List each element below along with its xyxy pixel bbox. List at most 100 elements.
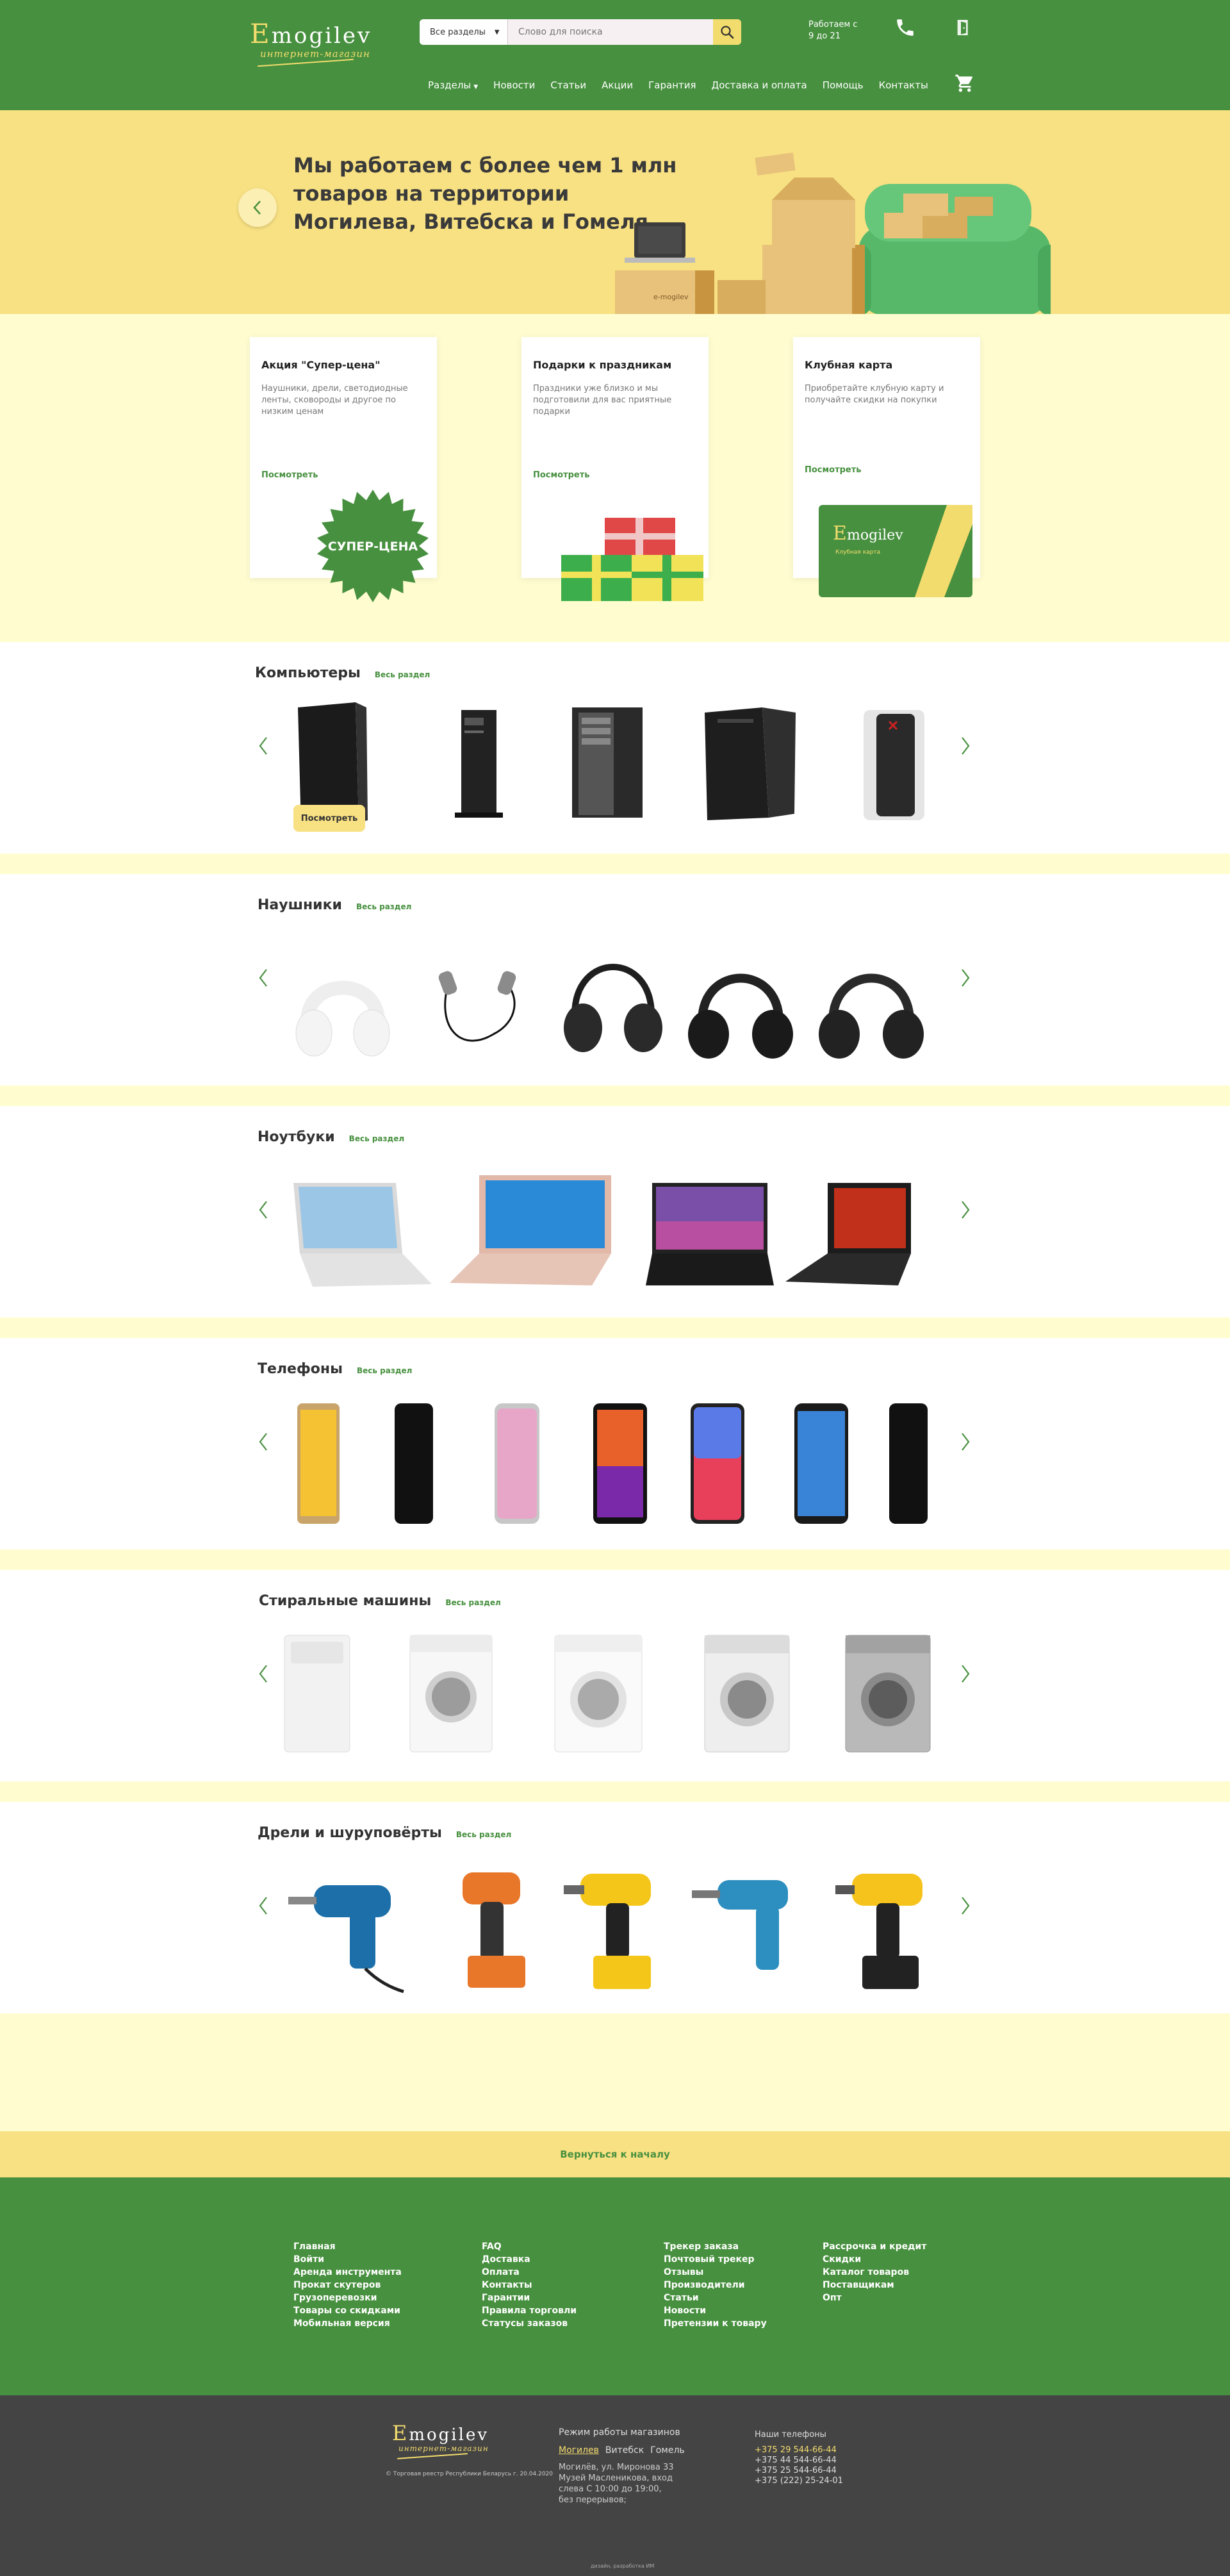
footer-link[interactable]: Новости — [664, 2304, 767, 2317]
cart-icon[interactable] — [955, 73, 975, 94]
carousel-prev-button[interactable] — [255, 1893, 272, 1919]
footer-link[interactable]: Статусы заказов — [482, 2317, 577, 2330]
footer-link[interactable]: Правила торговли — [482, 2304, 577, 2317]
footer-link[interactable]: Статьи — [664, 2291, 767, 2304]
product-washing-machine[interactable] — [552, 1633, 644, 1754]
nav-item-promotions[interactable]: Акции — [602, 79, 633, 91]
phone-number[interactable]: +375 29 544-66-44 — [755, 2445, 843, 2456]
footer-link[interactable]: Товары со скидками — [293, 2304, 402, 2317]
carousel-next-button[interactable] — [957, 965, 974, 991]
carousel-prev-button[interactable] — [255, 733, 272, 759]
product-computer[interactable] — [698, 704, 801, 822]
section-all-link[interactable]: Весь раздел — [349, 1134, 404, 1143]
product-drill[interactable] — [288, 1872, 416, 1994]
section-all-link[interactable]: Весь раздел — [375, 670, 430, 679]
footer-link[interactable]: Претензии к товару — [664, 2317, 767, 2330]
nav-item-contacts[interactable]: Контакты — [879, 79, 928, 91]
footer-link[interactable]: Трекер заказа — [664, 2240, 767, 2253]
carousel-next-button[interactable] — [957, 1661, 974, 1687]
footer-link[interactable]: Аренда инструмента — [293, 2266, 402, 2279]
promo-link[interactable]: Посмотреть — [533, 470, 590, 480]
footer-link[interactable]: Скидки — [823, 2253, 926, 2266]
promo-card-gifts[interactable]: Подарки к праздникам Праздники уже близк… — [521, 337, 709, 601]
nav-item-articles[interactable]: Статьи — [550, 79, 586, 91]
city-tab-mogilev[interactable]: Могилев — [559, 2445, 599, 2456]
section-all-link[interactable]: Весь раздел — [356, 902, 411, 911]
nav-item-warranty[interactable]: Гарантия — [648, 79, 696, 91]
product-washing-machine[interactable] — [282, 1633, 352, 1754]
footer-link[interactable]: Мобильная версия — [293, 2317, 402, 2330]
product-phone[interactable] — [793, 1402, 849, 1525]
city-tab-gomel[interactable]: Гомель — [650, 2445, 684, 2456]
footer-link[interactable]: Доставка — [482, 2253, 577, 2266]
footer-link[interactable]: Гарантии — [482, 2291, 577, 2304]
product-phone[interactable] — [393, 1402, 434, 1525]
footer-link[interactable]: Поставщикам — [823, 2279, 926, 2291]
product-drill[interactable] — [448, 1866, 532, 1994]
product-computer[interactable] — [852, 702, 935, 824]
nav-item-help[interactable]: Помощь — [823, 79, 864, 91]
product-drill[interactable] — [692, 1872, 801, 1988]
carousel-next-button[interactable] — [957, 1197, 974, 1223]
hero-prev-button[interactable] — [238, 188, 277, 227]
footer-link[interactable]: Прокат скутеров — [293, 2279, 402, 2291]
product-laptop[interactable] — [447, 1170, 619, 1292]
city-tab-vitebsk[interactable]: Витебск — [605, 2445, 644, 2456]
product-computer[interactable] — [562, 704, 652, 822]
footer-logo[interactable]: Emogilev интернет-магазин — [392, 2421, 489, 2459]
footer-link[interactable]: Отзывы — [664, 2266, 767, 2279]
carousel-next-button[interactable] — [957, 1893, 974, 1919]
search-button[interactable] — [713, 19, 741, 45]
footer-link[interactable]: Войти — [293, 2253, 402, 2266]
carousel-next-button[interactable] — [957, 733, 974, 759]
product-drill[interactable] — [833, 1866, 935, 1994]
product-phone[interactable] — [493, 1402, 541, 1525]
nav-item-delivery[interactable]: Доставка и оплата — [712, 79, 807, 91]
carousel-prev-button[interactable] — [255, 1429, 272, 1455]
footer-link[interactable]: Оплата — [482, 2266, 577, 2279]
carousel-next-button[interactable] — [957, 1429, 974, 1455]
nav-item-sections[interactable]: Разделы ▼ — [428, 79, 478, 91]
carousel-prev-button[interactable] — [255, 1661, 272, 1687]
phone-number[interactable]: +375 25 544-66-44 — [755, 2466, 843, 2476]
carousel-prev-button[interactable] — [255, 1197, 272, 1223]
footer-link[interactable]: FAQ — [482, 2240, 577, 2253]
product-laptop[interactable] — [287, 1177, 436, 1292]
promo-card-super-price[interactable]: Акция "Супер-цена" Наушники, дрели, свет… — [250, 337, 437, 602]
footer-link[interactable]: Почтовый трекер — [664, 2253, 767, 2266]
login-icon[interactable] — [953, 17, 974, 38]
promo-card-club-card[interactable]: Клубная карта Приобретайте клубную карту… — [793, 337, 980, 597]
view-product-button[interactable]: Посмотреть — [293, 805, 365, 832]
carousel-prev-button[interactable] — [255, 965, 272, 991]
product-phone[interactable] — [592, 1402, 648, 1525]
section-all-link[interactable]: Весь раздел — [357, 1366, 412, 1375]
footer-link[interactable]: Главная — [293, 2240, 402, 2253]
product-headphones[interactable] — [423, 957, 532, 1066]
footer-link[interactable]: Контакты — [482, 2279, 577, 2291]
section-all-link[interactable]: Весь раздел — [456, 1830, 511, 1839]
product-headphones[interactable] — [288, 957, 397, 1066]
product-headphones[interactable] — [683, 951, 798, 1066]
search-input[interactable] — [508, 19, 713, 45]
footer-link[interactable]: Опт — [823, 2291, 926, 2304]
site-logo[interactable]: Emogilev интернет-магазин — [250, 18, 397, 69]
product-laptop[interactable] — [783, 1179, 919, 1292]
product-washing-machine[interactable] — [702, 1633, 792, 1754]
product-washing-machine[interactable] — [843, 1633, 933, 1754]
product-phone[interactable] — [888, 1402, 929, 1525]
phone-number[interactable]: +375 (222) 25-24-01 — [755, 2476, 843, 2486]
product-computer[interactable] — [442, 705, 512, 820]
product-headphones[interactable] — [814, 951, 929, 1066]
footer-link[interactable]: Производители — [664, 2279, 767, 2291]
section-all-link[interactable]: Весь раздел — [445, 1598, 500, 1607]
search-category-select[interactable]: Все разделы ▼ — [420, 19, 508, 45]
phone-number[interactable]: +375 44 544-66-44 — [755, 2456, 843, 2466]
phone-icon[interactable] — [894, 17, 916, 38]
nav-item-news[interactable]: Новости — [493, 79, 535, 91]
footer-link[interactable]: Рассрочка и кредит — [823, 2240, 926, 2253]
product-drill[interactable] — [561, 1866, 670, 1994]
footer-link[interactable]: Каталог товаров — [823, 2266, 926, 2279]
promo-link[interactable]: Посмотреть — [805, 465, 862, 475]
product-phone[interactable] — [296, 1402, 341, 1525]
product-laptop[interactable] — [646, 1177, 774, 1292]
